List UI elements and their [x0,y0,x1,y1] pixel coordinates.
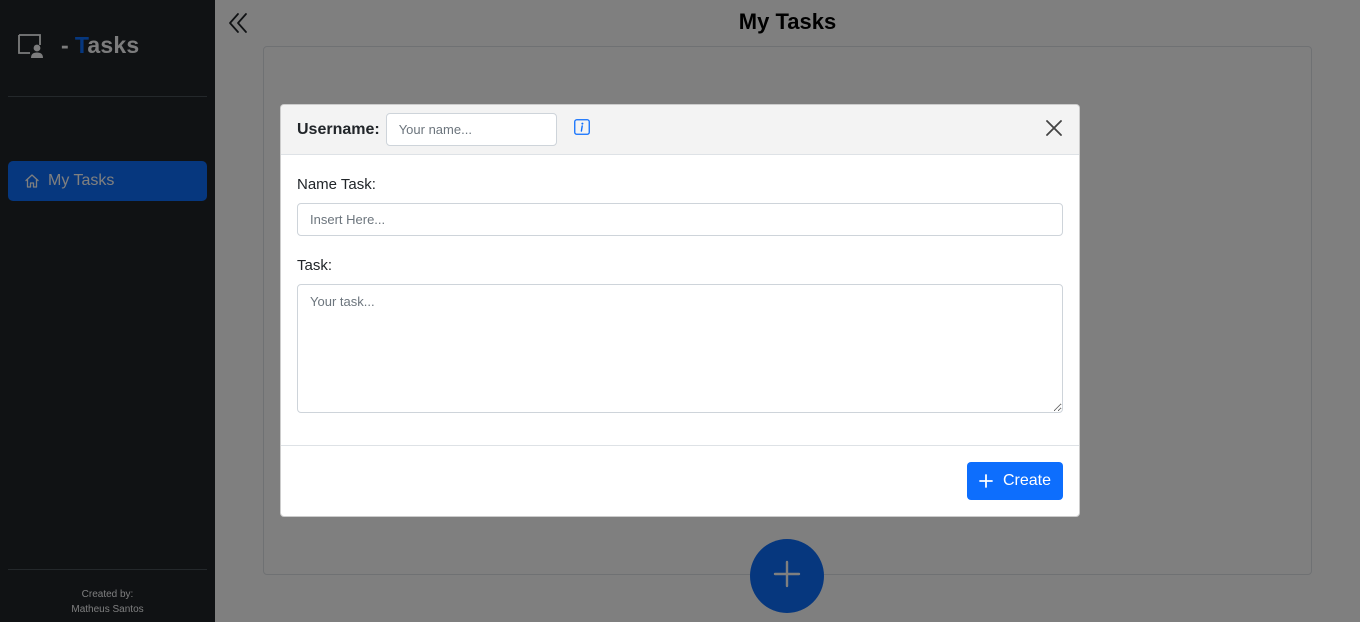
username-label: Username: [297,120,380,138]
close-icon [1045,119,1063,142]
create-button-label: Create [1002,472,1052,489]
username-input[interactable] [385,113,557,146]
task-label: Task: [297,257,333,274]
plus-icon [979,474,993,488]
create-task-modal: Username: Name Task: Task: [280,104,1080,517]
name-task-input[interactable] [297,203,1063,236]
name-task-label: Name Task: [297,176,376,193]
task-textarea[interactable] [297,284,1063,413]
close-modal-button[interactable] [1043,119,1065,141]
info-square-icon [573,119,590,140]
modal-header: Username: [281,105,1079,155]
create-button[interactable]: Create [967,462,1063,500]
info-button[interactable] [573,119,591,140]
modal-footer-divider [281,445,1079,446]
